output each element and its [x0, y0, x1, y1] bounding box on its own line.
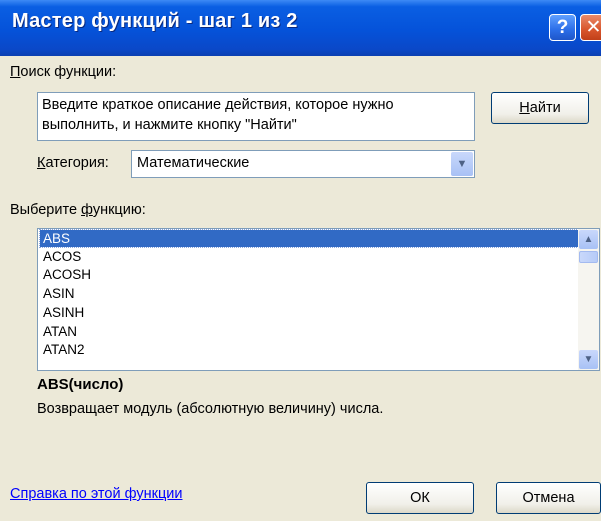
- function-list-label: Выберите функцию:: [10, 202, 146, 218]
- function-list[interactable]: ABS ACOS ACOSH ASIN ASINH ATAN ATAN2 ▲ ▼: [37, 228, 600, 371]
- help-button[interactable]: ?: [549, 14, 576, 41]
- window-title: Мастер функций - шаг 1 из 2: [12, 10, 298, 32]
- category-label-text: атегория:: [45, 155, 109, 171]
- function-list-label-pre: Выберите: [10, 202, 82, 218]
- category-value: Математические: [137, 155, 250, 171]
- category-select[interactable]: Математические ▼: [131, 150, 475, 178]
- vertical-scrollbar[interactable]: ▲ ▼: [578, 229, 599, 370]
- search-label-text: оиск функции:: [20, 64, 117, 80]
- function-list-label-text: ункцию:: [92, 202, 146, 218]
- close-icon: ✕: [585, 17, 601, 38]
- close-button[interactable]: ✕: [580, 14, 601, 41]
- list-item[interactable]: ACOS: [40, 248, 578, 265]
- function-help-link[interactable]: Справка по этой функции: [10, 486, 182, 502]
- ok-button[interactable]: ОК: [366, 482, 474, 514]
- list-item[interactable]: ABS: [39, 229, 579, 248]
- search-label-mnemonic: П: [10, 64, 21, 80]
- list-item[interactable]: ASINH: [40, 304, 578, 321]
- list-item[interactable]: ATAN: [40, 323, 578, 340]
- find-button-mnemonic: Н: [519, 100, 530, 116]
- cancel-button[interactable]: Отмена: [496, 482, 601, 514]
- title-bar[interactable]: Мастер функций - шаг 1 из 2 ? ✕: [0, 0, 601, 56]
- list-item[interactable]: ATAN2: [40, 341, 578, 358]
- find-button-text: айти: [529, 100, 561, 116]
- scrollbar-thumb[interactable]: [579, 251, 598, 263]
- list-item[interactable]: ASIN: [40, 285, 578, 302]
- search-input-text: Введите краткое описание действия, котор…: [42, 97, 394, 133]
- list-item[interactable]: ACOSH: [40, 266, 578, 283]
- function-signature: ABS(число): [37, 376, 124, 393]
- find-button[interactable]: Найти: [491, 92, 589, 124]
- category-label: Категория:: [37, 155, 109, 171]
- chevron-down-icon[interactable]: ▼: [451, 152, 473, 176]
- function-list-label-mnemonic: ф: [81, 202, 93, 218]
- chevron-down-icon[interactable]: ▼: [579, 350, 598, 369]
- question-icon: ?: [556, 17, 569, 38]
- search-label: Поиск функции:: [10, 64, 116, 80]
- function-description: Возвращает модуль (абсолютную величину) …: [37, 401, 384, 417]
- chevron-up-icon[interactable]: ▲: [579, 230, 598, 249]
- function-wizard-dialog: Мастер функций - шаг 1 из 2 ? ✕ Поиск фу…: [0, 0, 601, 521]
- search-input[interactable]: Введите краткое описание действия, котор…: [37, 92, 475, 141]
